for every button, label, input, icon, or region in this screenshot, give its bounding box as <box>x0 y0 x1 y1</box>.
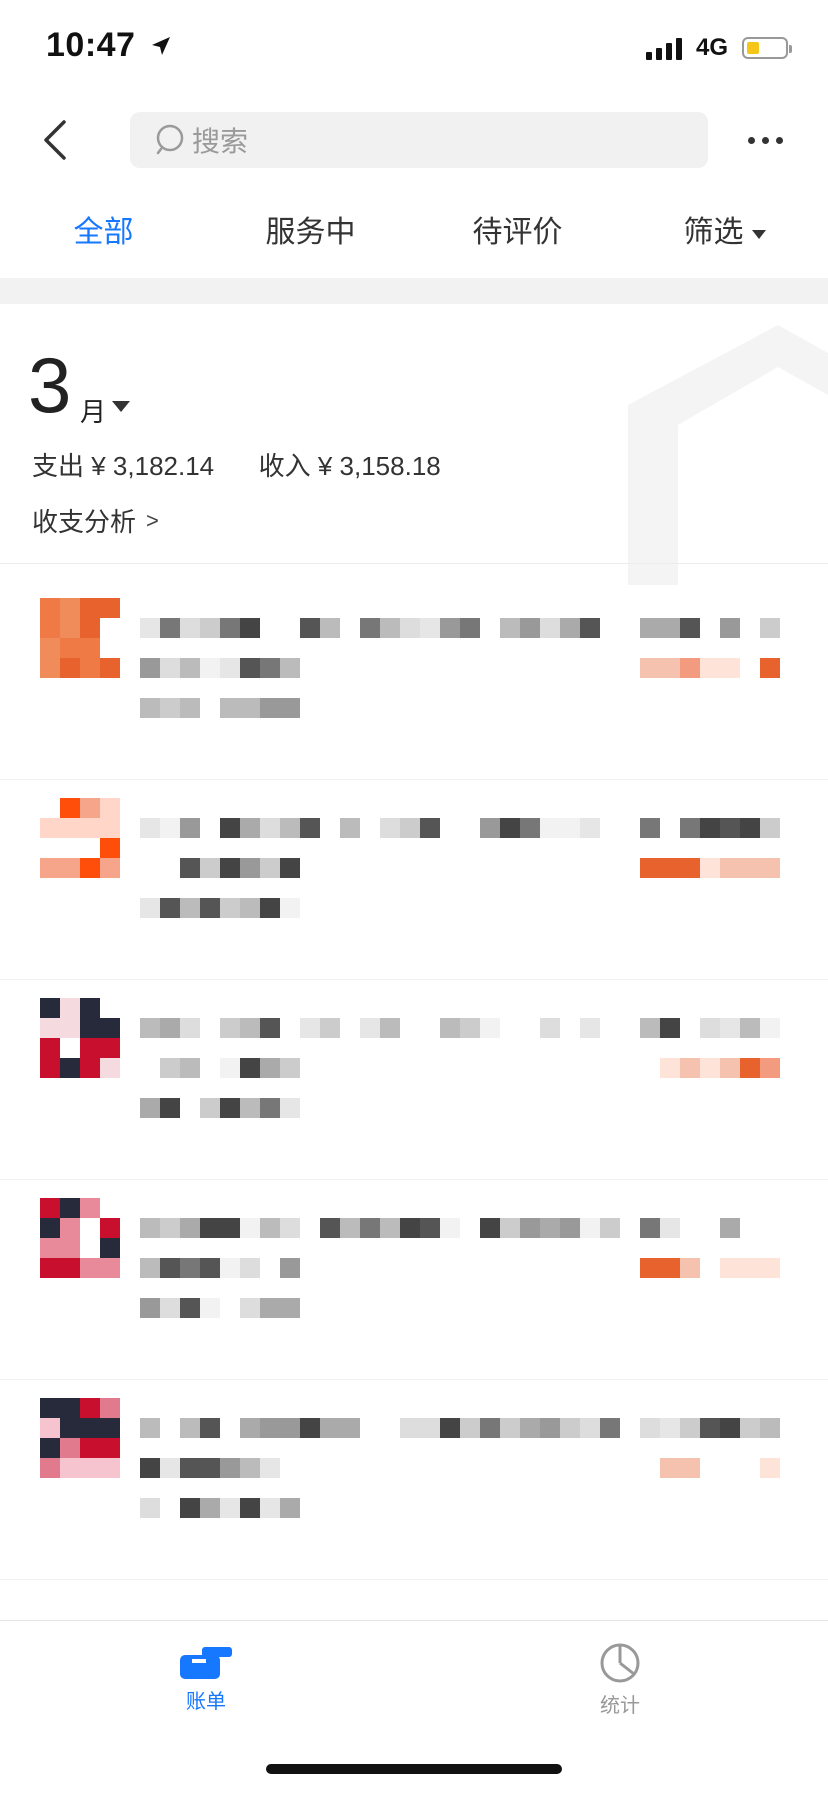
tab-filter[interactable]: 筛选 <box>621 205 828 275</box>
network-label: 4G <box>695 34 728 61</box>
bill-row[interactable] <box>0 780 828 980</box>
tabbar-bill-label: 账单 <box>186 1691 226 1713</box>
analysis-label: 收支分析 <box>32 507 137 537</box>
search-input[interactable]: 搜索 <box>130 112 708 168</box>
month-dropdown-icon[interactable] <box>112 401 130 412</box>
chevron-right-icon: > <box>146 507 159 533</box>
tab-to-review-label: 待评价 <box>472 216 563 249</box>
merchant-avatar <box>40 1398 120 1478</box>
income-label: 收入 <box>258 451 311 481</box>
income-value: ¥ 3,158.18 <box>317 451 441 481</box>
tab-filter-label: 筛选 <box>683 216 744 249</box>
merchant-avatar <box>40 998 120 1078</box>
bill-row[interactable] <box>0 1380 828 1580</box>
pie-chart-icon <box>600 1643 640 1683</box>
divider <box>0 563 828 564</box>
status-time: 10:47 <box>46 26 173 65</box>
location-arrow-icon <box>152 37 171 55</box>
search-placeholder: 搜索 <box>192 126 249 157</box>
row-divider <box>0 1579 828 1580</box>
battery-icon <box>742 37 792 59</box>
back-button[interactable] <box>30 115 80 165</box>
obscured-bill-details <box>140 1218 800 1358</box>
signal-icon <box>645 36 682 60</box>
obscured-bill-details <box>140 818 800 958</box>
month-number[interactable]: 3 <box>28 340 71 430</box>
bill-row[interactable] <box>0 1180 828 1380</box>
section-separator <box>0 278 828 304</box>
merchant-avatar <box>40 1198 120 1278</box>
expense-value: ¥ 3,182.14 <box>91 451 215 481</box>
bill-row[interactable] <box>0 980 828 1180</box>
more-button[interactable] <box>740 120 790 160</box>
back-chevron-icon <box>44 120 66 160</box>
tabbar-stats-label: 统计 <box>600 1695 640 1717</box>
tab-to-review[interactable]: 待评价 <box>414 205 621 275</box>
analysis-link[interactable]: 收支分析 > <box>32 502 159 539</box>
tab-all-label: 全部 <box>73 216 134 249</box>
home-indicator <box>266 1764 562 1774</box>
tab-in-service-label: 服务中 <box>265 216 356 249</box>
month-summary: 支出 ¥ 3,182.14 收入 ¥ 3,158.18 <box>32 446 441 483</box>
house-watermark-icon <box>628 325 828 585</box>
bill-icon <box>180 1647 232 1679</box>
tab-in-service[interactable]: 服务中 <box>207 205 414 275</box>
tabbar-stats[interactable]: 统计 <box>560 1641 680 1718</box>
more-icon-dot <box>747 136 755 144</box>
obscured-bill-details <box>140 1018 800 1158</box>
obscured-bill-details <box>140 618 800 758</box>
status-indicators: 4G <box>645 34 792 62</box>
obscured-bill-details <box>140 1418 800 1558</box>
status-time-text: 10:47 <box>46 26 136 64</box>
bill-row[interactable] <box>0 580 828 780</box>
more-icon-dot <box>761 136 769 144</box>
more-icon-dot <box>775 136 783 144</box>
search-icon <box>156 124 184 155</box>
tabbar-bill[interactable]: 账单 <box>146 1641 266 1714</box>
tab-all[interactable]: 全部 <box>0 205 207 275</box>
filter-tabs: 全部 服务中 待评价 筛选 <box>0 205 828 275</box>
caret-down-icon <box>751 229 766 239</box>
merchant-avatar <box>40 598 120 678</box>
merchant-avatar <box>40 798 120 878</box>
expense-label: 支出 <box>32 451 85 481</box>
month-unit[interactable]: 月 <box>80 392 106 429</box>
